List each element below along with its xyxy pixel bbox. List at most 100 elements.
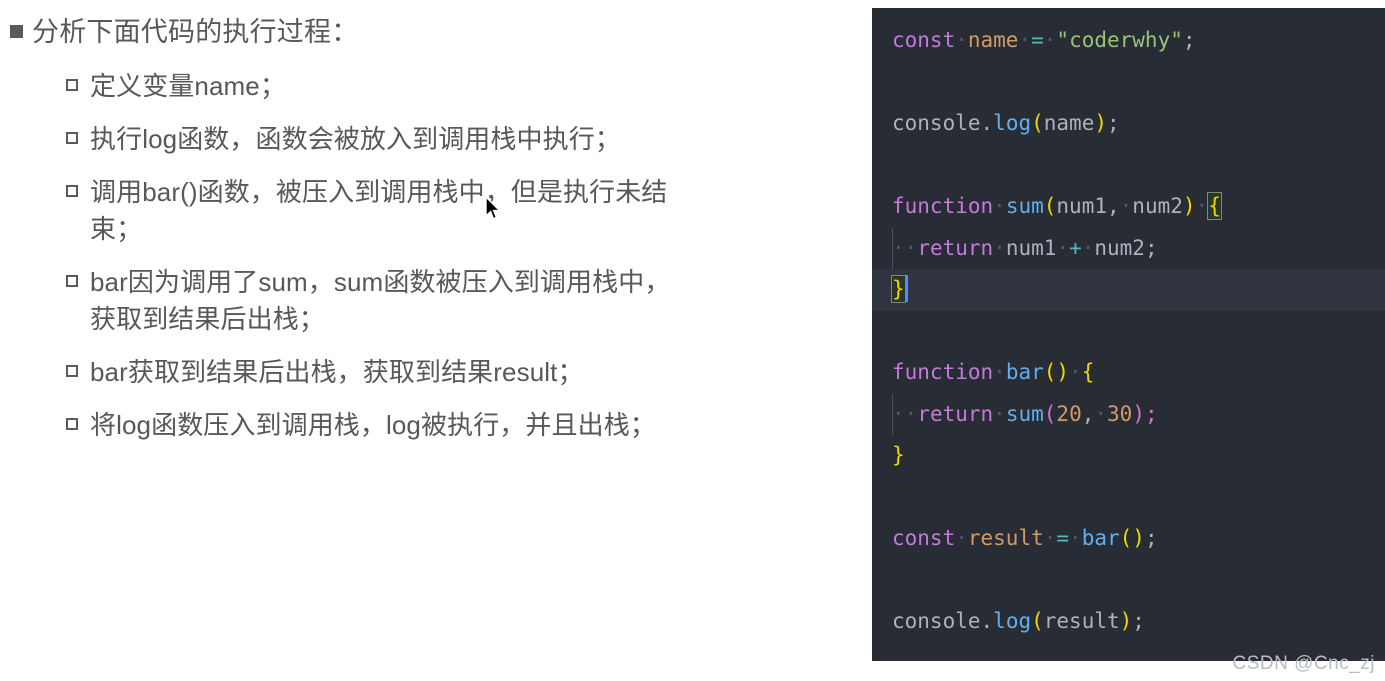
token-function: sum	[1005, 401, 1044, 426]
token-punctuation: ,	[1106, 194, 1120, 218]
list-item: 调用bar()函数，被压入到调用栈中，但是执行未结束；	[66, 174, 872, 248]
heading-text: 分析下面代码的执行过程：	[32, 17, 359, 47]
token-punctuation: .	[980, 111, 994, 135]
code-line: console.log(name);	[872, 103, 1385, 145]
token-object: console	[892, 111, 981, 135]
token-operator: =	[1056, 526, 1070, 550]
whitespace-dot: ·	[1094, 401, 1108, 426]
whitespace-dot: ·	[1056, 235, 1070, 260]
list-item-label: bar获取到结果后出栈，获取到结果result；	[90, 357, 584, 387]
list-item-label: 调用bar()函数，被压入到调用栈中，但是执行未结束；	[90, 177, 668, 244]
hollow-square-bullet-icon	[66, 365, 78, 377]
text-caret	[905, 275, 908, 302]
token-bracket-matched: {	[1207, 192, 1222, 220]
token-punctuation: ;	[1144, 235, 1158, 260]
list-item-label: 执行log函数，函数会被放入到调用栈中执行；	[90, 124, 621, 154]
hollow-square-bullet-icon	[66, 418, 78, 430]
token-punctuation: .	[980, 609, 994, 633]
token-punctuation: ,	[1081, 401, 1095, 426]
list-item: 执行log函数，函数会被放入到调用栈中执行；	[66, 121, 872, 158]
token-variable: name	[1043, 111, 1095, 135]
list-item: bar获取到结果后出栈，获取到结果result；	[66, 354, 872, 391]
token-punctuation: ;	[1182, 28, 1196, 52]
code-editor-panel[interactable]: const·name·=·"coderwhy"; console.log(nam…	[872, 8, 1385, 661]
token-param: num1	[1005, 235, 1057, 260]
token-operator: =	[1031, 28, 1044, 52]
token-bracket: )	[1132, 526, 1145, 550]
slide-content-pane: 分析下面代码的执行过程： 定义变量name； 执行log函数，函数会被放入到调用…	[0, 0, 872, 681]
code-line: console.log(result);	[872, 601, 1385, 643]
token-variable: result	[1043, 609, 1120, 633]
token-bracket: (	[1043, 194, 1057, 218]
whitespace-dot: ·	[892, 401, 905, 426]
token-bracket: )	[1056, 360, 1070, 384]
token-keyword: function	[892, 360, 994, 384]
whitespace-dot: ·	[993, 235, 1006, 260]
code-line-active: }	[872, 269, 1385, 311]
whitespace-dot: ·	[1018, 28, 1032, 52]
whitespace-dot: ·	[1043, 28, 1057, 52]
filled-square-bullet-icon	[10, 25, 23, 38]
list-item-label: bar因为调用了sum，sum函数被压入到调用栈中，获取到结果后出栈；	[90, 267, 671, 334]
token-keyword: const	[892, 28, 956, 52]
code-line: const·name·=·"coderwhy";	[872, 20, 1385, 62]
token-param: num1	[1056, 194, 1107, 218]
token-bracket: (	[1031, 609, 1044, 633]
code-line: function·bar()·{	[872, 352, 1385, 394]
token-function: bar	[1005, 360, 1044, 384]
code-line: const·result·=·bar();	[872, 518, 1385, 560]
whitespace-dot: ·	[904, 401, 918, 426]
token-function: log	[993, 111, 1032, 135]
whitespace-dot: ·	[993, 194, 1006, 218]
indent-guide	[892, 227, 893, 269]
whitespace-dot: ·	[904, 235, 918, 260]
whitespace-dot: ·	[1119, 194, 1133, 218]
token-variable: name	[967, 28, 1019, 52]
token-keyword: function	[892, 194, 994, 218]
watermark-text: CSDN @Cnc_zj	[1232, 653, 1375, 674]
token-variable: result	[967, 526, 1044, 550]
token-object: console	[892, 609, 981, 633]
token-bracket: )	[1119, 609, 1133, 633]
code-line: }	[872, 435, 1385, 477]
hollow-square-bullet-icon	[66, 185, 78, 197]
list-item: bar因为调用了sum，sum函数被压入到调用栈中，获取到结果后出栈；	[66, 264, 872, 338]
token-param: num2	[1132, 194, 1183, 218]
token-param: num2	[1094, 235, 1145, 260]
list-item: 定义变量name；	[66, 68, 872, 105]
whitespace-dot: ·	[1081, 235, 1095, 260]
token-keyword: return	[917, 235, 994, 260]
hollow-square-bullet-icon	[66, 79, 78, 91]
token-bracket: }	[892, 443, 905, 467]
token-bracket: (	[1031, 111, 1044, 135]
heading-bullet: 分析下面代码的执行过程：	[10, 14, 872, 50]
token-punctuation: ;	[1107, 111, 1120, 135]
code-line: ··return·sum(20,·30);	[872, 393, 1385, 435]
token-function: sum	[1005, 194, 1044, 218]
code-line: ··return·num1·+·num2;	[872, 227, 1385, 269]
code-line: function·sum(num1,·num2)·{	[872, 186, 1385, 228]
list-item: 将log函数压入到调用栈，log被执行，并且出栈；	[66, 407, 872, 444]
token-string: "coderwhy"	[1056, 28, 1183, 52]
hollow-square-bullet-icon	[66, 275, 78, 287]
indent-guide	[892, 393, 893, 435]
whitespace-dot: ·	[993, 360, 1006, 384]
whitespace-dot: ·	[993, 401, 1006, 426]
whitespace-dot: ·	[1195, 194, 1209, 218]
token-bracket: (	[1043, 360, 1057, 384]
token-function: log	[993, 609, 1032, 633]
hollow-square-bullet-icon	[66, 132, 78, 144]
token-bracket: (	[1043, 401, 1057, 426]
whitespace-dot: ·	[955, 526, 968, 550]
token-bracket: (	[1119, 526, 1133, 550]
whitespace-dot: ·	[892, 235, 905, 260]
token-punctuation: ;	[1144, 401, 1158, 426]
list-item-label: 将log函数压入到调用栈，log被执行，并且出栈；	[90, 410, 656, 440]
token-punctuation: ;	[1132, 609, 1145, 633]
token-bracket: {	[1081, 360, 1095, 384]
